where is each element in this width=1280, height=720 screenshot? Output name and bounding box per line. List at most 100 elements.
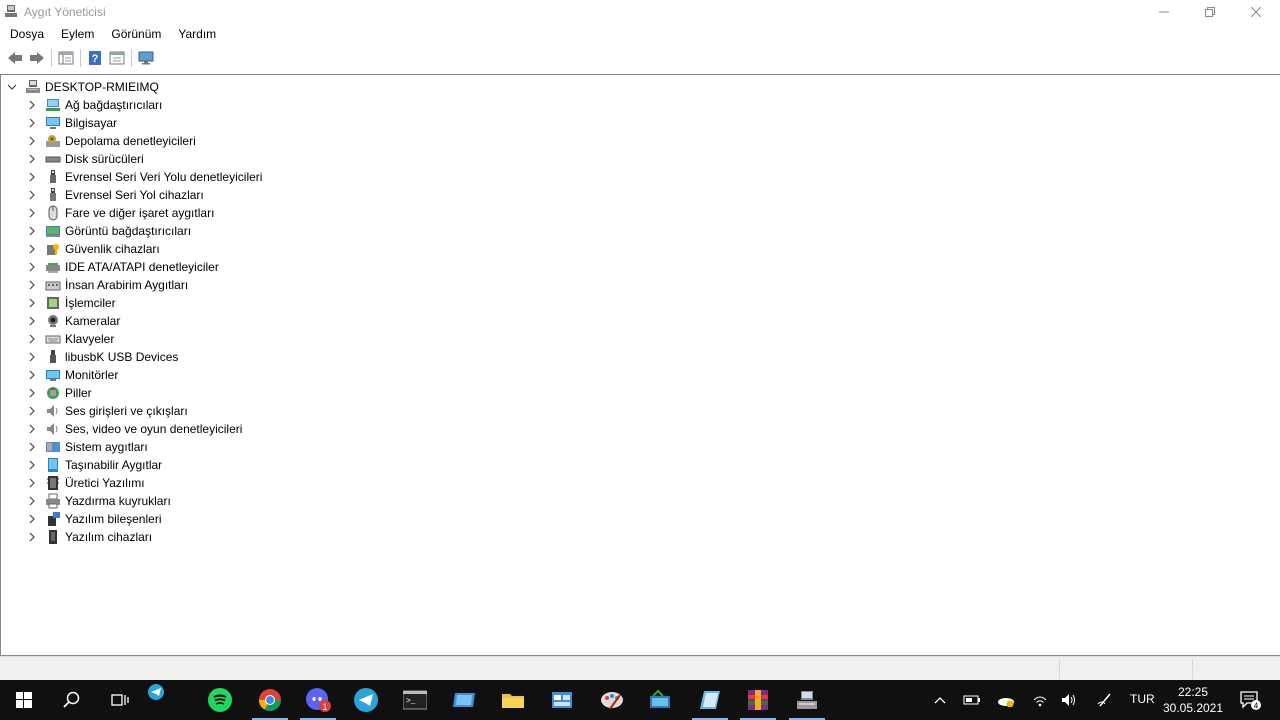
close-button[interactable]	[1233, 0, 1279, 24]
paint-icon[interactable]	[588, 680, 636, 720]
chevron-right-icon[interactable]	[25, 170, 39, 184]
store-app-icon[interactable]	[636, 680, 684, 720]
tree-item[interactable]: Güvenlik cihazları	[25, 240, 160, 258]
search-icon[interactable]	[48, 680, 96, 720]
chevron-down-icon[interactable]	[5, 80, 19, 94]
chevron-right-icon[interactable]	[25, 476, 39, 490]
menu-file[interactable]: Dosya	[0, 24, 51, 44]
language-indicator[interactable]: TUR	[1130, 692, 1155, 706]
chevron-right-icon[interactable]	[25, 116, 39, 130]
chevron-right-icon[interactable]	[25, 242, 39, 256]
chevron-right-icon[interactable]	[25, 98, 39, 112]
tree-item[interactable]: Yazılım bileşenleri	[25, 510, 161, 528]
chevron-right-icon[interactable]	[25, 440, 39, 454]
chevron-right-icon[interactable]	[25, 422, 39, 436]
tree-item[interactable]: IDE ATA/ATAPI denetleyiciler	[25, 258, 219, 276]
chevron-right-icon[interactable]	[25, 224, 39, 238]
tree-item[interactable]: Yazdırma kuyrukları	[25, 492, 171, 510]
chevron-right-icon[interactable]	[25, 458, 39, 472]
telegram-notify-icon[interactable]	[132, 672, 180, 712]
tablet-app-icon[interactable]	[440, 680, 488, 720]
tree-item[interactable]: İnsan Arabirim Aygıtları	[25, 276, 188, 294]
tree-item[interactable]: libusbK USB Devices	[25, 348, 178, 366]
tree-item[interactable]: Üretici Yazılımı	[25, 474, 145, 492]
tree-item[interactable]: Yazılım cihazları	[25, 528, 152, 546]
tree-item[interactable]: Ağ bağdaştırıcıları	[25, 96, 162, 114]
tree-item[interactable]: Depolama denetleyicileri	[25, 132, 196, 150]
tree-item[interactable]: Monitörler	[25, 366, 118, 384]
tree-root[interactable]: DESKTOP-RMIEIMQ	[5, 78, 159, 96]
chevron-right-icon[interactable]	[25, 512, 39, 526]
chevron-right-icon[interactable]	[25, 386, 39, 400]
pen-icon[interactable]	[1093, 680, 1117, 720]
chevron-right-icon[interactable]	[25, 260, 39, 274]
clock[interactable]: 22:25 30.05.2021	[1160, 684, 1226, 716]
winrar-icon[interactable]	[734, 680, 782, 720]
tree-item-label: Ağ bağdaştırıcıları	[65, 98, 163, 112]
spotify-icon[interactable]	[196, 680, 244, 720]
portable-device-icon	[45, 457, 61, 473]
tree-item[interactable]: Disk sürücüleri	[25, 150, 144, 168]
tree-item[interactable]: Fare ve diğer işaret aygıtları	[25, 204, 214, 222]
chrome-icon[interactable]	[246, 680, 294, 720]
restore-button[interactable]	[1187, 0, 1233, 24]
svg-text:?: ?	[92, 53, 99, 65]
tree-item[interactable]: Bilgisayar	[25, 114, 117, 132]
chevron-right-icon[interactable]	[25, 350, 39, 364]
chevron-right-icon[interactable]	[25, 332, 39, 346]
telegram-icon[interactable]	[342, 680, 390, 720]
chevron-right-icon[interactable]	[25, 296, 39, 310]
chevron-right-icon[interactable]	[25, 494, 39, 508]
tree-item[interactable]: İşlemciler	[25, 294, 116, 312]
battery-tray-icon[interactable]	[960, 680, 984, 720]
notification-center-icon[interactable]: 4	[1236, 680, 1264, 720]
wifi-icon[interactable]	[1028, 680, 1052, 720]
file-explorer-icon[interactable]	[489, 680, 537, 720]
chevron-up-icon[interactable]	[928, 680, 952, 720]
tree-item[interactable]: Sistem aygıtları	[25, 438, 148, 456]
onedrive-icon[interactable]	[993, 680, 1019, 720]
window-title: Aygıt Yöneticisi	[24, 5, 106, 19]
tree-item[interactable]: Ses, video ve oyun denetleyicileri	[25, 420, 242, 438]
help-icon[interactable]: ?	[84, 47, 106, 69]
forward-icon[interactable]	[26, 47, 48, 69]
menu-view[interactable]: Görünüm	[101, 24, 168, 44]
monitor-scan-icon[interactable]	[135, 47, 157, 69]
terminal-icon[interactable]: >_	[391, 680, 439, 720]
tree-item[interactable]: Taşınabilir Aygıtlar	[25, 456, 162, 474]
back-icon[interactable]	[4, 47, 26, 69]
tree-item-label: Ses girişleri ve çıkışları	[65, 404, 188, 418]
tree-item[interactable]: Görüntü bağdaştırıcıları	[25, 222, 191, 240]
properties-icon[interactable]	[55, 47, 77, 69]
tree-item[interactable]: Piller	[25, 384, 92, 402]
tree-item[interactable]: Kameralar	[25, 312, 120, 330]
software-device-icon	[45, 529, 61, 545]
tree-item-label: Görüntü bağdaştırıcıları	[65, 224, 192, 238]
control-panel-icon[interactable]	[538, 680, 586, 720]
chevron-right-icon[interactable]	[25, 152, 39, 166]
chevron-right-icon[interactable]	[25, 404, 39, 418]
start-icon[interactable]	[0, 680, 48, 720]
chevron-right-icon[interactable]	[25, 206, 39, 220]
chevron-right-icon[interactable]	[25, 368, 39, 382]
chevron-right-icon[interactable]	[25, 530, 39, 544]
chevron-right-icon[interactable]	[25, 278, 39, 292]
chevron-right-icon[interactable]	[25, 188, 39, 202]
tree-item[interactable]: Ses girişleri ve çıkışları	[25, 402, 188, 420]
chevron-right-icon[interactable]	[25, 134, 39, 148]
tree-item-label: IDE ATA/ATAPI denetleyiciler	[65, 260, 219, 274]
menu-help[interactable]: Yardım	[168, 24, 223, 44]
chevron-right-icon[interactable]	[25, 314, 39, 328]
device-tree: DESKTOP-RMIEIMQ Ağ bağdaştırıcıları Bilgi…	[0, 74, 1280, 656]
storage-controller-icon	[45, 133, 61, 149]
menu-action[interactable]: Eylem	[51, 24, 101, 44]
minimize-button[interactable]	[1141, 0, 1187, 24]
tree-item[interactable]: Evrensel Seri Yol cihazları	[25, 186, 204, 204]
device-manager-icon[interactable]	[783, 680, 831, 720]
tree-item[interactable]: Klavyeler	[25, 330, 114, 348]
discord-icon[interactable]: 1	[294, 680, 342, 720]
update-driver-icon[interactable]	[106, 47, 128, 69]
tree-item[interactable]: Evrensel Seri Veri Yolu denetleyicileri	[25, 168, 262, 186]
volume-icon[interactable]	[1057, 680, 1081, 720]
notes-icon[interactable]	[686, 680, 734, 720]
